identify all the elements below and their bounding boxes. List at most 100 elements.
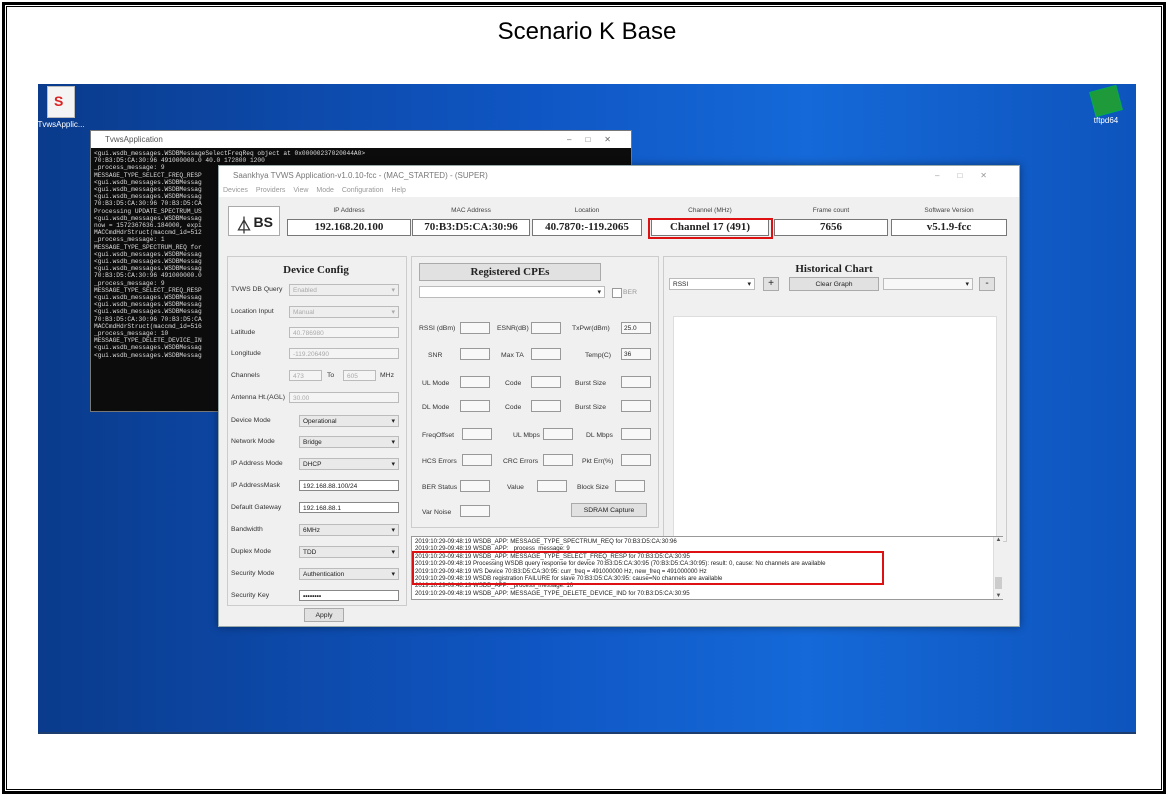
log-failure-highlight-box — [412, 551, 884, 585]
tvws-db-query-select[interactable]: Enabled — [289, 284, 399, 296]
dl-code-label: Code — [505, 404, 522, 411]
bandwidth-select[interactable]: 6MHz — [299, 524, 399, 536]
menu-devices[interactable]: Devices — [223, 187, 248, 194]
header-software-version: Software Version v5.1.9-fcc — [891, 207, 1007, 236]
sdram-capture-button[interactable]: SDRAM Capture — [571, 503, 647, 517]
menu-view[interactable]: View — [293, 187, 308, 194]
ip-address-value: 192.168.20.100 — [287, 219, 411, 236]
menu-bar: Devices Providers View Mode Configuratio… — [219, 185, 1019, 197]
window-controls[interactable]: –□✕ — [935, 166, 1005, 185]
antenna-height-label: Antenna Ht.(AGL) — [231, 394, 286, 401]
longitude-field[interactable]: -119.206490 — [289, 348, 399, 359]
window-controls[interactable]: –□✕ — [567, 131, 625, 148]
ip-address-mask-label: IP AddressMask — [231, 482, 280, 489]
esnr-value — [531, 322, 561, 334]
desktop-icon-tftpd64[interactable]: tftpd64 — [1082, 84, 1130, 125]
ip-address-mode-select[interactable]: DHCP — [299, 458, 399, 470]
channel-from-spinbox[interactable]: 473 — [289, 370, 322, 381]
freq-offset-label: FreqOffset — [422, 432, 454, 439]
desktop-icon-tvws[interactable]: S TvwsApplic... — [37, 86, 85, 129]
security-mode-select[interactable]: Authentication — [299, 568, 399, 580]
dl-mode-value — [460, 400, 490, 412]
remove-graph-button[interactable]: - — [979, 277, 995, 291]
dl-burst-size-value — [621, 400, 651, 412]
crc-errors-label: CRC Errors — [503, 458, 539, 465]
txpwr-label: TxPwr(dBm) — [572, 325, 610, 332]
chart-metric-select[interactable]: RSSI — [669, 278, 755, 290]
var-noise-label: Var Noise — [422, 509, 452, 516]
block-size-label: Block Size — [577, 484, 609, 491]
console-title: TvwsApplication — [105, 135, 163, 144]
scroll-up-arrow-icon[interactable]: ▲ — [994, 537, 1003, 543]
taskbar-edge — [38, 732, 1136, 734]
ber-label: BER — [623, 289, 637, 296]
security-key-field[interactable]: •••••••• — [299, 590, 399, 601]
channel-to-spinbox[interactable]: 605 — [343, 370, 376, 381]
add-graph-button[interactable]: + — [763, 277, 779, 291]
default-gateway-field[interactable]: 192.168.88.1 — [299, 502, 399, 513]
chart-plot-area — [673, 316, 997, 538]
menu-providers[interactable]: Providers — [256, 187, 286, 194]
max-ta-value — [531, 348, 561, 360]
header-mac: MAC Address 70:B3:D5:CA:30:96 — [412, 207, 530, 236]
hcs-errors-value — [462, 454, 492, 466]
security-mode-label: Security Mode — [231, 570, 275, 577]
tvws-app-window[interactable]: Saankhya TVWS Application-v1.0.10-fcc - … — [218, 165, 1020, 627]
duplex-mode-label: Duplex Mode — [231, 548, 272, 555]
duplex-mode-select[interactable]: TDD — [299, 546, 399, 558]
channels-unit-label: MHz — [380, 372, 394, 379]
dl-code-value — [531, 400, 561, 412]
ul-mbps-label: UL Mbps — [513, 432, 540, 439]
hcs-errors-label: HCS Errors — [422, 458, 457, 465]
ul-code-label: Code — [505, 380, 522, 387]
clear-graph-button[interactable]: Clear Graph — [789, 277, 879, 291]
ul-mode-label: UL Mode — [422, 380, 450, 387]
temp-value: 36 — [621, 348, 651, 360]
ber-value — [537, 480, 567, 492]
ip-address-mode-label: IP Address Mode — [231, 460, 283, 467]
network-mode-select[interactable]: Bridge — [299, 436, 399, 448]
header-label: IP Address — [333, 207, 365, 214]
menu-configuration[interactable]: Configuration — [342, 187, 384, 194]
scroll-down-arrow-icon[interactable]: ▼ — [994, 593, 1003, 599]
bs-logo: ⏃ BS — [228, 206, 280, 236]
esnr-label: ESNR(dB) — [497, 325, 529, 332]
console-titlebar[interactable]: TvwsApplication –□✕ — [91, 131, 631, 148]
ul-burst-size-label: Burst Size — [575, 380, 606, 387]
app-titlebar[interactable]: Saankhya TVWS Application-v1.0.10-fcc - … — [219, 166, 1019, 185]
rssi-label: RSSI (dBm) — [419, 325, 456, 332]
cpe-select[interactable] — [419, 286, 605, 298]
device-mode-select[interactable]: Operational — [299, 415, 399, 427]
log-scrollbar[interactable]: ▲ ▼ — [993, 537, 1003, 599]
channel-highlight-box — [648, 218, 773, 239]
ip-address-mask-field[interactable]: 192.168.88.100/24 — [299, 480, 399, 491]
tftpd64-icon — [1089, 84, 1123, 118]
ber-checkbox[interactable] — [612, 288, 622, 298]
pkt-err-value — [621, 454, 651, 466]
dl-mbps-value — [621, 428, 651, 440]
device-config-title: Device Config — [283, 264, 349, 276]
dl-mbps-label: DL Mbps — [586, 432, 613, 439]
software-version-value: v5.1.9-fcc — [891, 219, 1007, 236]
rssi-value — [460, 322, 490, 334]
tvws-app-icon: S — [47, 86, 75, 118]
menu-mode[interactable]: Mode — [316, 187, 334, 194]
chart-series-select[interactable] — [883, 278, 973, 290]
location-input-select[interactable]: Manual — [289, 306, 399, 318]
ber-status-label: BER Status — [422, 484, 458, 491]
default-gateway-label: Default Gateway — [231, 504, 282, 511]
registered-cpes-button[interactable]: Registered CPEs — [419, 263, 601, 281]
menu-help[interactable]: Help — [391, 187, 405, 194]
app-title: Saankhya TVWS Application-v1.0.10-fcc - … — [233, 171, 488, 180]
header-location: Location 40.7870:-119.2065 — [532, 207, 642, 236]
ul-code-value — [531, 376, 561, 388]
max-ta-label: Max TA — [501, 352, 524, 359]
network-mode-label: Network Mode — [231, 438, 275, 445]
snr-label: SNR — [428, 352, 443, 359]
latitude-field[interactable]: 40.786980 — [289, 327, 399, 338]
header-label: MAC Address — [451, 207, 491, 214]
apply-button[interactable]: Apply — [304, 608, 344, 622]
slide-title: Scenario K Base — [497, 18, 677, 45]
scroll-thumb[interactable] — [995, 577, 1002, 589]
antenna-height-spinbox[interactable]: 30.00 — [289, 392, 399, 403]
